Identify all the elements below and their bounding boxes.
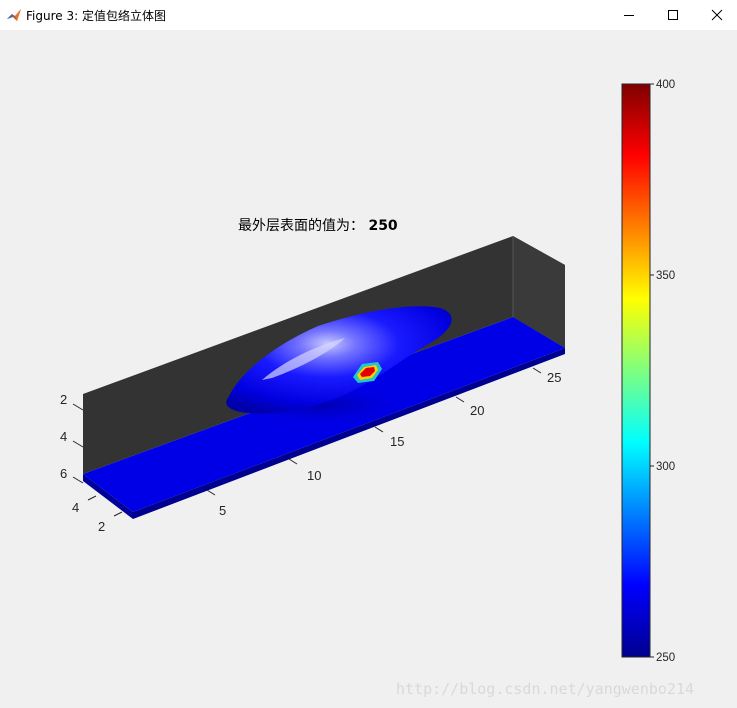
x-tick-20: 20 — [470, 403, 484, 418]
close-button[interactable] — [694, 0, 737, 30]
matlab-icon — [6, 7, 22, 23]
colorbar: 400 350 300 250 — [621, 79, 675, 664]
colorbar-tick-350: 350 — [656, 270, 675, 282]
minimize-button[interactable] — [606, 0, 652, 30]
colorbar-tick-400: 400 — [656, 79, 675, 91]
x-tick-25: 25 — [547, 370, 561, 385]
plot-title-value: 250 — [368, 218, 398, 234]
x-tick-10: 10 — [307, 468, 321, 483]
colorbar-tick-250: 250 — [656, 652, 675, 664]
z-axis: 2 4 6 — [60, 392, 84, 484]
x-tick-15: 15 — [390, 434, 404, 449]
z-tick-4: 4 — [60, 429, 67, 444]
x-tick-5: 5 — [219, 503, 226, 518]
z-tick-6: 6 — [60, 466, 67, 481]
z-tick-2: 2 — [60, 392, 67, 407]
colorbar-gradient — [621, 83, 651, 658]
window-title: Figure 3: 定值包络立体图 — [26, 9, 166, 23]
y-tick-2: 2 — [98, 519, 105, 534]
colorbar-tick-300: 300 — [656, 461, 675, 473]
watermark: http://blog.csdn.net/yangwenbo214 — [396, 680, 695, 698]
maximize-button[interactable] — [650, 0, 696, 30]
window-titlebar: Figure 3: 定值包络立体图 — [0, 0, 737, 30]
figure-canvas[interactable]: 2 4 6 4 2 5 10 15 20 25 400 350 300 250 — [0, 30, 737, 708]
close-icon — [711, 9, 723, 21]
plot-title-prefix: 最外层表面的值为： — [238, 218, 364, 234]
plot-title: 最外层表面的值为： 250 — [238, 215, 398, 235]
y-tick-4: 4 — [72, 500, 79, 515]
maximize-icon — [668, 10, 678, 20]
minimize-icon — [624, 15, 634, 16]
